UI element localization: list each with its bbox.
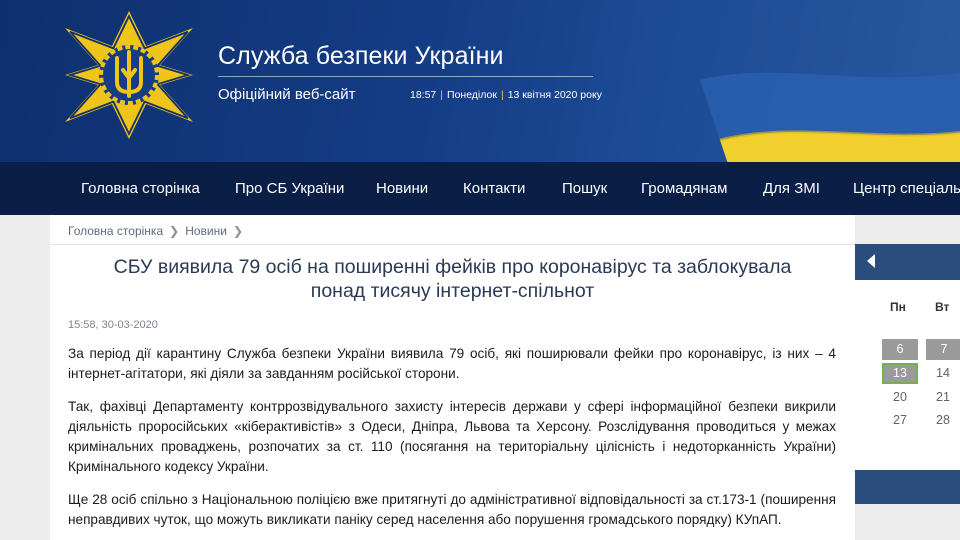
calendar-day[interactable]: 20	[882, 387, 918, 408]
breadcrumb-news[interactable]: Новини	[185, 224, 227, 238]
separator: |	[440, 89, 444, 101]
breadcrumb-divider	[50, 244, 855, 245]
site-title[interactable]: Служба безпеки України	[218, 42, 504, 71]
site-header: Служба безпеки України Офіційний веб-сай…	[0, 0, 960, 162]
article-panel: Головна сторінка ❯ Новини ❯ СБУ виявила 79 …	[50, 215, 855, 540]
nav-item-media[interactable]: Для ЗМІ	[763, 162, 820, 215]
arrow-left-icon[interactable]	[867, 254, 875, 268]
article-title: СБУ виявила 79 осіб на поширенні фейків …	[113, 256, 792, 302]
current-date: 13 квітня 2020 року	[507, 89, 602, 101]
breadcrumb: Головна сторінка ❯ Новини ❯	[68, 224, 249, 238]
calendar-day[interactable]: 21	[925, 387, 960, 408]
nav-item-home[interactable]: Головна сторінка	[81, 162, 200, 215]
breadcrumb-home[interactable]: Головна сторінка	[68, 224, 163, 238]
article-paragraph: За період дії карантину Служба безпеки У…	[68, 346, 836, 381]
flag-graphic	[700, 72, 960, 162]
nav-item-special-center[interactable]: Центр спеціаль	[853, 162, 960, 215]
site-subtitle: Офіційний веб-сайт	[218, 86, 356, 103]
nav-item-about[interactable]: Про СБ України	[235, 162, 344, 215]
nav-item-contacts[interactable]: Контакти	[463, 162, 525, 215]
weekday-tue: Вт	[935, 300, 950, 314]
calendar-footer	[855, 470, 960, 504]
current-datetime: 18:57 | Понеділок | 13 квітня 2020 року	[410, 89, 602, 101]
article-paragraph: Так, фахівці Департаменту контррозвідува…	[68, 399, 836, 474]
calendar-day[interactable]: 7	[926, 339, 960, 360]
nav-item-citizens[interactable]: Громадянам	[641, 162, 727, 215]
nav-item-news[interactable]: Новини	[376, 162, 428, 215]
current-time: 18:57	[410, 89, 437, 101]
weekday-mon: Пн	[890, 300, 906, 314]
calendar-day[interactable]: 28	[925, 410, 960, 431]
main-nav: Головна сторінка Про СБ України Новини К…	[0, 162, 960, 215]
calendar-day[interactable]: 6	[882, 339, 918, 360]
article-paragraph: Ще 28 осіб спільно з Національною поліці…	[68, 492, 836, 527]
article-date: 15:58, 30-03-2020	[68, 319, 158, 331]
calendar-header	[855, 244, 960, 280]
sbu-emblem-icon[interactable]	[62, 8, 196, 142]
calendar-day-today[interactable]: 13	[882, 363, 918, 384]
calendar-day[interactable]: 27	[882, 410, 918, 431]
current-weekday: Понеділок	[447, 89, 497, 101]
news-calendar: Пн Вт 6 7 13 14 20 21 27 28	[855, 244, 960, 504]
nav-item-search[interactable]: Пошук	[562, 162, 607, 215]
chevron-right-icon: ❯	[232, 224, 243, 238]
separator: |	[500, 89, 504, 101]
calendar-day[interactable]: 14	[925, 363, 960, 384]
title-divider	[218, 76, 593, 77]
chevron-right-icon: ❯	[169, 224, 180, 238]
